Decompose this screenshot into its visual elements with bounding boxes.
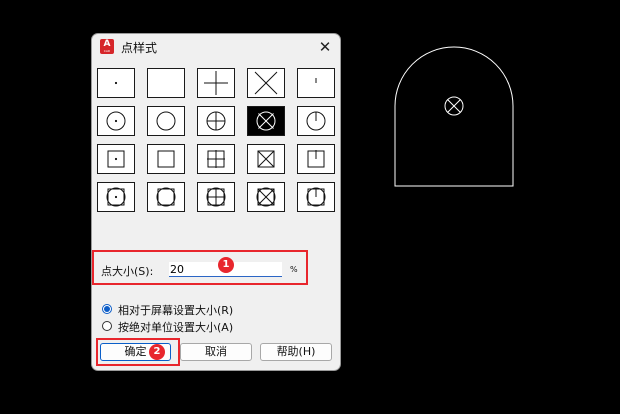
point-style-plus-icon: [204, 71, 228, 95]
point-style-square-plus-icon: [207, 150, 225, 168]
radio-label: 相对于屏幕设置大小(R): [118, 304, 234, 317]
cancel-button[interactable]: 取消: [180, 343, 252, 361]
point-style-circle-icon: [156, 111, 176, 131]
annotation-badge-2: 2: [149, 344, 165, 360]
point-style-dot[interactable]: [97, 68, 135, 98]
annotation-badge-1: 1: [218, 257, 234, 273]
point-style-circle-square-x-icon: [256, 187, 276, 207]
point-style-circle-x[interactable]: [247, 106, 285, 136]
arch-shape: [394, 46, 514, 187]
point-style-circle-square-plus[interactable]: [197, 182, 235, 212]
point-style-circle-square-dot-icon: [106, 187, 126, 207]
point-style-square-x[interactable]: [247, 144, 285, 174]
point-style-tick[interactable]: [297, 68, 335, 98]
radio-button-icon[interactable]: [102, 321, 112, 331]
point-style-x[interactable]: [247, 68, 285, 98]
annotation-highlight-ok: [96, 338, 180, 366]
point-style-circle-x-icon: [256, 111, 276, 131]
app-icon-subtext: CAD: [103, 49, 111, 53]
point-style-circle-plus-icon: [206, 111, 226, 131]
point-style-circle[interactable]: [147, 106, 185, 136]
point-style-circle-square-tick[interactable]: [297, 182, 335, 212]
point-style-none-icon: [148, 69, 184, 97]
point-style-dot-icon: [114, 81, 118, 85]
annotation-highlight-size: [92, 250, 308, 285]
point-style-square-icon: [157, 150, 175, 168]
point-style-square-x-icon: [257, 150, 275, 168]
point-style-circle-dot-icon: [106, 111, 126, 131]
point-style-plus[interactable]: [197, 68, 235, 98]
help-button[interactable]: 帮助(H): [260, 343, 332, 361]
point-style-circle-square[interactable]: [147, 182, 185, 212]
point-style-circle-square-x[interactable]: [247, 182, 285, 212]
point-style-square-dot-icon: [107, 150, 125, 168]
point-style-circle-tick-icon: [306, 111, 326, 131]
point-style-none[interactable]: [147, 68, 185, 98]
point-style-square-tick[interactable]: [297, 144, 335, 174]
close-button[interactable]: ✕: [314, 36, 336, 58]
point-style-square-dot[interactable]: [97, 144, 135, 174]
point-style-circle-plus[interactable]: [197, 106, 235, 136]
point-style-circle-tick[interactable]: [297, 106, 335, 136]
point-marker-icon: [444, 96, 464, 116]
point-style-circle-square-icon: [156, 187, 176, 207]
dialog-titlebar[interactable]: A CAD 点样式 ✕: [92, 34, 340, 60]
point-style-x-icon: [254, 71, 278, 95]
point-style-square[interactable]: [147, 144, 185, 174]
radio-button-icon[interactable]: [102, 304, 112, 314]
point-style-square-plus[interactable]: [197, 144, 235, 174]
radio-label: 按绝对单位设置大小(A): [118, 321, 234, 334]
dialog-title: 点样式: [121, 41, 158, 55]
point-style-dialog: A CAD 点样式 ✕ 点大小(S): % 相对于屏幕设置大小(R) 按绝对单位…: [91, 33, 341, 371]
close-icon: ✕: [318, 38, 332, 56]
autocad-app-icon: A CAD: [100, 39, 114, 54]
point-style-circle-square-plus-icon: [206, 187, 226, 207]
point-style-tick-icon: [315, 78, 317, 83]
point-style-circle-dot[interactable]: [97, 106, 135, 136]
point-style-circle-square-tick-icon: [306, 187, 326, 207]
point-style-circle-square-dot[interactable]: [97, 182, 135, 212]
app-icon-letter: A: [103, 39, 111, 49]
point-style-square-tick-icon: [307, 150, 325, 168]
